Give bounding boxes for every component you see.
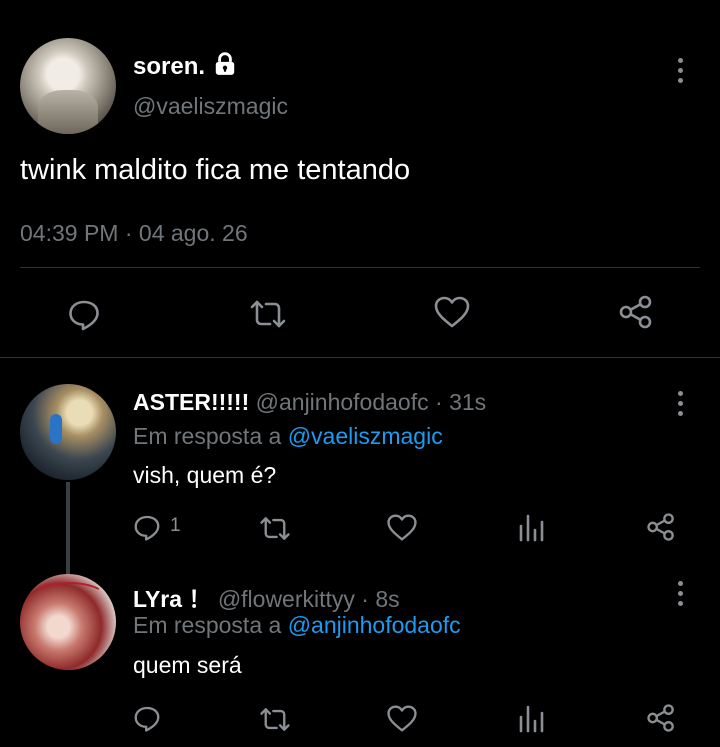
thread-line [66, 482, 70, 574]
user-handle[interactable]: @vaeliszmagic [133, 93, 288, 120]
reply-bubble-icon[interactable] [132, 512, 162, 542]
post-age: · 31s [435, 389, 487, 415]
display-name[interactable]: ASTER!!!!! [133, 389, 249, 415]
heart-icon[interactable] [433, 295, 471, 329]
more-vertical-icon[interactable] [674, 58, 686, 83]
display-name[interactable]: soren. [133, 53, 205, 81]
reply-to-link[interactable]: @vaeliszmagic [288, 423, 443, 449]
retweet-icon[interactable] [249, 297, 287, 331]
reply-bubble-icon[interactable] [132, 703, 162, 733]
divider [0, 357, 720, 358]
stats-icon[interactable] [517, 703, 545, 733]
divider [20, 267, 700, 268]
share-icon[interactable] [645, 512, 677, 542]
tweet-text: twink maldito fica me tentando [20, 154, 411, 186]
tweet-date: 04 ago. 26 [138, 220, 248, 246]
retweet-icon[interactable] [259, 705, 291, 734]
retweet-icon[interactable] [259, 514, 291, 543]
share-icon[interactable] [645, 703, 677, 733]
timestamp-separator: · [124, 220, 133, 246]
reply-prefix: Em resposta a [133, 612, 282, 638]
reply-prefix: Em resposta a [133, 423, 282, 449]
avatar[interactable] [20, 38, 116, 134]
tweet-time: 04:39 PM [20, 220, 119, 246]
more-vertical-icon[interactable] [674, 581, 686, 606]
tweet-text: quem será [133, 652, 242, 678]
more-vertical-icon[interactable] [674, 391, 686, 416]
heart-icon[interactable] [386, 704, 418, 733]
reply-header: LYra ！ @flowerkittyy · 8s [133, 580, 400, 614]
post-age: · 8s [361, 586, 400, 612]
reply-header: ASTER!!!!! @anjinhofodaofc · 31s [133, 389, 486, 416]
reply-bubble-icon[interactable] [66, 296, 102, 332]
share-icon[interactable] [617, 294, 655, 330]
reply-count: 1 [170, 515, 181, 536]
tweet-text: vish, quem é? [133, 462, 277, 488]
lock-icon [212, 51, 238, 77]
tweet-timestamp: 04:39 PM · 04 ago. 26 [20, 220, 248, 247]
avatar[interactable] [20, 384, 116, 480]
reply-context: Em resposta a @vaeliszmagic [133, 423, 443, 450]
display-name[interactable]: LYra ！ [133, 586, 211, 612]
reply-to-link[interactable]: @anjinhofodaofc [288, 612, 461, 638]
user-handle[interactable]: @flowerkittyy [218, 586, 355, 612]
heart-icon[interactable] [386, 513, 418, 542]
avatar[interactable] [20, 574, 116, 670]
user-handle[interactable]: @anjinhofodaofc [256, 389, 429, 415]
stats-icon[interactable] [517, 512, 545, 542]
reply-context: Em resposta a @anjinhofodaofc [133, 612, 461, 639]
